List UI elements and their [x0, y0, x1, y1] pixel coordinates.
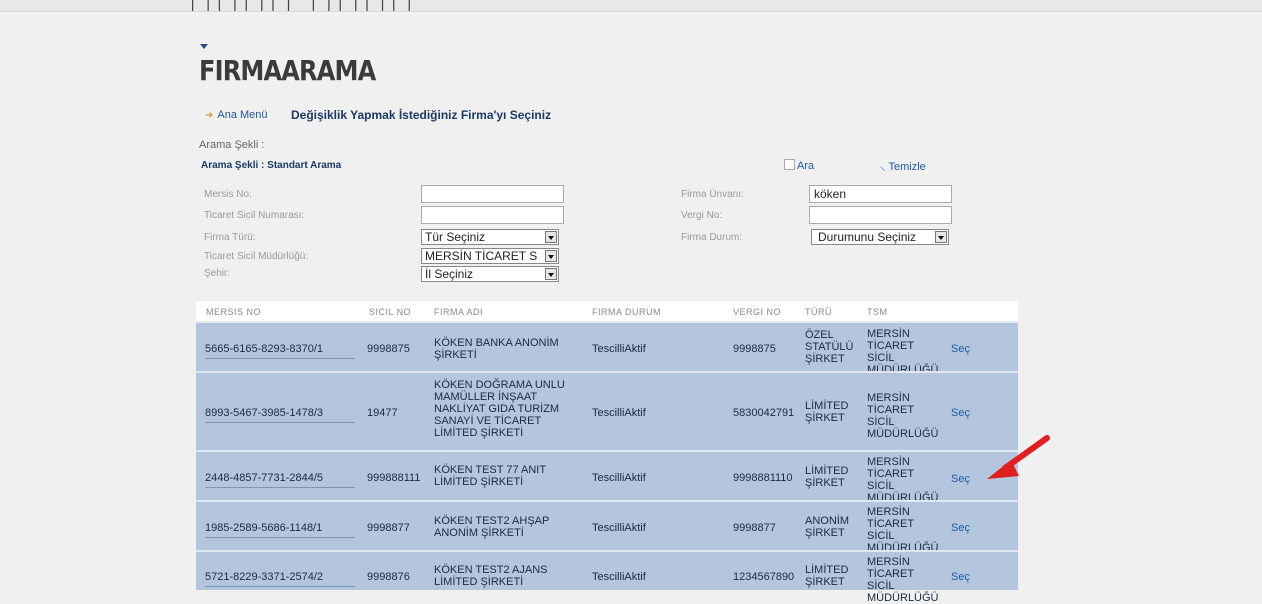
firma-cell: KÖKEN TEST2 AHŞAP ANONİM ŞİRKETİ: [434, 515, 550, 539]
ara-checkbox[interactable]: Ara: [784, 159, 814, 172]
durum-cell: TescilliAktif: [592, 343, 646, 355]
col-header-tsm: TSM: [867, 307, 888, 317]
select-link[interactable]: Seç: [951, 473, 970, 485]
durum-cell: TescilliAktif: [592, 522, 646, 534]
sehir-select[interactable]: İl Seçiniz: [421, 266, 559, 282]
sicil-cell: 9998875: [367, 343, 410, 355]
turu-cell: ÖZEL STATÜLÜ ŞİRKET: [805, 329, 854, 365]
durum-cell: TescilliAktif: [592, 407, 646, 419]
firma-turu-value: Tür Seçiniz: [425, 230, 486, 244]
sicil-input[interactable]: [421, 206, 564, 224]
unvan-label: Firma Ünvanı:: [681, 189, 744, 200]
select-link[interactable]: Seç: [951, 522, 970, 534]
results-table-header: MERSIS NO SICIL NO FIRMA ADI FIRMA DURUM…: [196, 301, 1018, 321]
vergi-cell: 5830042791: [733, 407, 795, 419]
mersis-input[interactable]: [421, 185, 564, 203]
table-row[interactable]: 1985-2589-5686-1148/1 9998877 KÖKEN TEST…: [196, 500, 1018, 554]
chevron-down-icon[interactable]: [545, 268, 557, 280]
durum-value: Durumunu Seçiniz: [818, 230, 917, 244]
red-arrow-icon: [987, 435, 1050, 479]
top-banner: ▢▢▢▢ ▢▢▢▢: [0, 0, 1262, 12]
durum-select[interactable]: Durumunu Seçiniz: [811, 229, 949, 245]
col-header-vergi: VERGI NO: [733, 307, 782, 317]
vergi-input[interactable]: [809, 206, 952, 224]
sicil-label: Ticaret Sicil Numarası:: [204, 210, 305, 221]
breadcrumb: ➜ Ana Menü Değişiklik Yapmak İstediğiniz …: [205, 108, 551, 122]
vergi-cell: 9998875: [733, 343, 776, 355]
chevron-down-icon[interactable]: [935, 231, 947, 243]
mudurluk-value: MERSİN TİCARET S: [425, 249, 538, 263]
turu-cell: ANONİM ŞİRKET: [805, 515, 849, 539]
unvan-input[interactable]: [809, 185, 952, 203]
col-header-mersis: MERSIS NO: [206, 307, 262, 317]
table-row[interactable]: 5721-8229-3371-2574/2 9998876 KÖKEN TEST…: [196, 550, 1018, 604]
title-marker-icon: [200, 44, 208, 49]
mersis-cell: 8993-5467-3985-1478/3: [205, 407, 355, 423]
clear-label: Temizle: [888, 161, 926, 173]
tsm-cell: MERSİN TİCARET SİCİL MÜDÜRLÜĞÜ: [867, 392, 939, 440]
col-header-sicil: SICIL NO: [369, 307, 412, 317]
sicil-cell: 19477: [367, 407, 398, 419]
col-header-durum: FIRMA DURUM: [592, 307, 661, 317]
firma-cell: KÖKEN TEST 77 ANIT LİMİTED ŞİRKETİ: [434, 464, 546, 488]
sicil-cell: 9998876: [367, 571, 410, 583]
turu-cell: LİMİTED ŞİRKET: [805, 400, 849, 424]
ara-label: Ara: [797, 160, 815, 172]
turu-cell: LİMİTED ŞİRKET: [805, 465, 849, 489]
firma-turu-select[interactable]: Tür Seçiniz: [421, 229, 559, 245]
search-type-label: Arama Şekli :: [199, 139, 265, 151]
page-heading: Değişiklik Yapmak İstediğiniz Firma'yı S…: [291, 108, 552, 122]
search-mode-text: Arama Şekli : Standart Arama: [201, 160, 342, 171]
mudurluk-select[interactable]: MERSİN TİCARET S: [421, 248, 559, 264]
col-header-firma: FIRMA ADI: [434, 307, 484, 317]
checkbox-icon[interactable]: [784, 159, 795, 170]
firma-turu-label: Firma Türü:: [204, 232, 256, 243]
select-link[interactable]: Seç: [951, 407, 970, 419]
broom-icon: ⸜: [880, 161, 886, 173]
tsm-cell: MERSİN TİCARET SİCİL MÜDÜRLÜĞÜ: [867, 328, 939, 376]
table-row[interactable]: 2448-4857-7731-2844/5 999888111 KÖKEN TE…: [196, 450, 1018, 504]
mersis-cell: 5665-6165-8293-8370/1: [205, 343, 355, 359]
vergi-cell: 9998877: [733, 522, 776, 534]
sicil-cell: 9998877: [367, 522, 410, 534]
select-link[interactable]: Seç: [951, 343, 970, 355]
firma-cell: KÖKEN BANKA ANONİM ŞİRKETİ: [434, 337, 559, 361]
select-link[interactable]: Seç: [951, 571, 970, 583]
turu-cell: LİMİTED ŞİRKET: [805, 564, 849, 588]
clear-button[interactable]: ⸜ Temizle: [880, 159, 926, 174]
col-header-turu: TÜRÜ: [805, 307, 832, 317]
tsm-cell: MERSİN TİCARET SİCİL MÜDÜRLÜĞÜ: [867, 556, 939, 604]
mersis-cell: 1985-2589-5686-1148/1: [205, 522, 355, 538]
page-title: FIRMAARAMA: [199, 54, 376, 87]
chevron-down-icon[interactable]: [545, 231, 557, 243]
vergi-cell: 9998881110: [733, 472, 793, 484]
mersis-cell: 2448-4857-7731-2844/5: [205, 472, 355, 488]
table-row[interactable]: 8993-5467-3985-1478/3 19477 KÖKEN DOĞRAM…: [196, 371, 1018, 450]
sehir-value: İl Seçiniz: [425, 267, 474, 281]
tsm-cell: MERSİN TİCARET SİCİL MÜDÜRLÜĞÜ: [867, 456, 939, 504]
table-row[interactable]: 5665-6165-8293-8370/1 9998875 KÖKEN BANK…: [196, 321, 1018, 376]
mersis-cell: 5721-8229-3371-2574/2: [205, 571, 355, 587]
sehir-label: Şehir:: [204, 268, 231, 279]
chevron-down-icon[interactable]: [545, 250, 557, 262]
main-menu-link[interactable]: Ana Menü: [217, 109, 267, 121]
durum-cell: TescilliAktif: [592, 472, 646, 484]
firma-cell: KÖKEN DOĞRAMA UNLU MAMÜLLER İNŞAAT NAKLİ…: [434, 379, 565, 439]
durum-label: Firma Durum:: [681, 232, 743, 243]
durum-cell: TescilliAktif: [592, 571, 646, 583]
vergi-cell: 1234567890: [733, 571, 795, 583]
vergi-label: Vergi No:: [681, 210, 723, 221]
firma-cell: KÖKEN TEST2 AJANS LİMİTED ŞİRKETİ: [434, 564, 548, 588]
mersis-label: Mersis No:: [204, 189, 252, 200]
banner-logo-remnant: ▢▢▢▢ ▢▢▢▢: [190, 0, 418, 11]
tsm-cell: MERSİN TİCARET SİCİL MÜDÜRLÜĞÜ: [867, 506, 939, 554]
mudurluk-label: Ticaret Sicil Müdürlüğü:: [204, 251, 309, 262]
sicil-cell: 999888111: [367, 472, 421, 484]
arrow-right-icon: ➜: [205, 110, 214, 121]
